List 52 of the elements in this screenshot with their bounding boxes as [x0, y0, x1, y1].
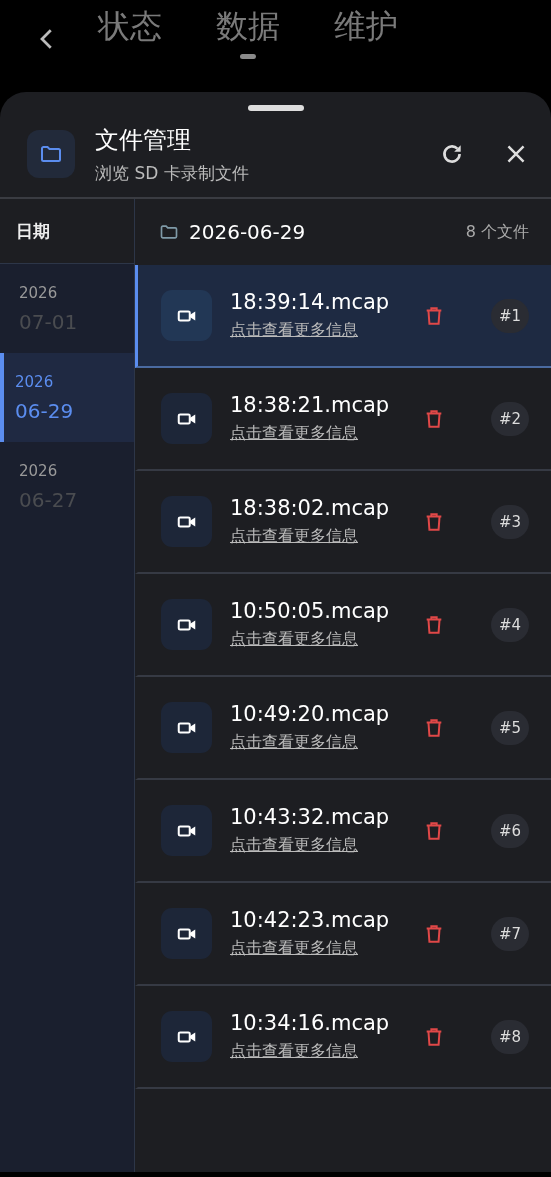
video-camera-icon: [161, 908, 212, 959]
file-row[interactable]: 10:49:20.mcap 点击查看更多信息 #5: [135, 677, 551, 780]
file-name: 10:42:23.mcap: [230, 908, 391, 932]
video-camera-icon: [161, 805, 212, 856]
more-info-link[interactable]: 点击查看更多信息: [230, 732, 358, 753]
file-index: #8: [490, 1019, 529, 1054]
video-camera-icon: [161, 393, 212, 444]
file-row[interactable]: 10:42:23.mcap 点击查看更多信息 #7: [135, 883, 551, 986]
file-name: 10:49:20.mcap: [230, 702, 391, 726]
sheet-title: 文件管理: [95, 124, 192, 156]
sheet-subtitle: 浏览 SD 卡录制文件: [95, 161, 250, 185]
more-info-link[interactable]: 点击查看更多信息: [230, 1041, 358, 1062]
file-count: 8 个文件: [465, 221, 529, 243]
file-index: #7: [490, 916, 529, 951]
column-heading: 日期: [16, 219, 50, 243]
tab[interactable]: 状态: [98, 6, 162, 59]
file-row[interactable]: 10:34:16.mcap 点击查看更多信息 #8: [135, 986, 551, 1089]
tab[interactable]: 数据: [216, 6, 280, 59]
file-index: #4: [490, 607, 529, 642]
file-index: #2: [490, 401, 529, 436]
file-name: 18:39:14.mcap: [230, 290, 391, 314]
file-row[interactable]: 10:50:05.mcap 点击查看更多信息 #4: [135, 574, 551, 677]
file-index: #1: [490, 298, 529, 333]
video-camera-icon: [161, 702, 212, 753]
folder-icon: [159, 222, 179, 242]
tab[interactable]: 维护: [334, 6, 398, 59]
video-camera-icon: [161, 599, 212, 650]
drag-handle[interactable]: [247, 105, 304, 111]
more-info-link[interactable]: 点击查看更多信息: [230, 629, 358, 650]
file-row[interactable]: 10:43:32.mcap 点击查看更多信息 #6: [135, 780, 551, 883]
folder-date: 2026-06-29: [189, 220, 307, 244]
video-camera-icon: [161, 496, 212, 547]
file-name: 10:34:16.mcap: [230, 1011, 391, 1035]
file-name: 18:38:21.mcap: [230, 393, 391, 417]
file-row[interactable]: 18:38:02.mcap 点击查看更多信息 #3: [135, 471, 551, 574]
more-info-link[interactable]: 点击查看更多信息: [230, 938, 358, 959]
video-camera-icon: [161, 1011, 212, 1062]
file-row[interactable]: 18:38:21.mcap 点击查看更多信息 #2: [135, 368, 551, 471]
video-camera-icon: [161, 290, 212, 341]
date-item[interactable]: 2026 06-29: [0, 353, 134, 442]
file-name: 18:38:02.mcap: [230, 496, 391, 520]
file-index: #3: [490, 504, 529, 539]
file-row[interactable]: 18:39:14.mcap 点击查看更多信息 #1: [135, 265, 551, 368]
folder-icon: [27, 130, 75, 178]
file-name: 10:50:05.mcap: [230, 599, 391, 623]
more-info-link[interactable]: 点击查看更多信息: [230, 320, 358, 341]
more-info-link[interactable]: 点击查看更多信息: [230, 423, 358, 444]
file-name: 10:43:32.mcap: [230, 805, 391, 829]
more-info-link[interactable]: 点击查看更多信息: [230, 835, 358, 856]
more-info-link[interactable]: 点击查看更多信息: [230, 526, 358, 547]
file-index: #5: [490, 710, 529, 745]
file-index: #6: [490, 813, 529, 848]
